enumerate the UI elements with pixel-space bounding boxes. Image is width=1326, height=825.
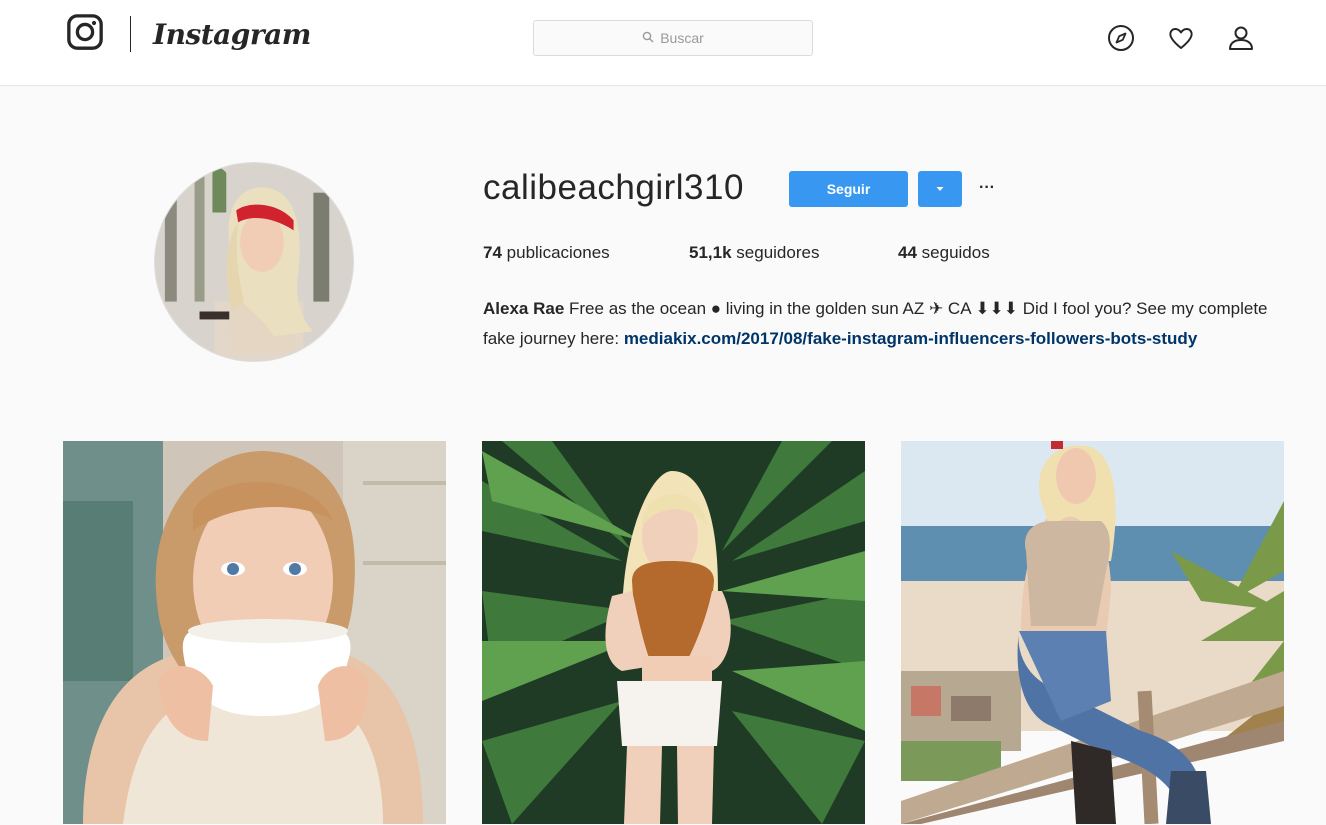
profile-avatar[interactable] bbox=[154, 162, 354, 362]
instagram-wordmark[interactable]: Instagram bbox=[153, 18, 311, 51]
search-placeholder: Buscar bbox=[660, 30, 704, 46]
profile-bio: Alexa Rae Free as the ocean ● living in … bbox=[483, 294, 1283, 354]
nav-icons bbox=[1105, 22, 1257, 54]
search-input[interactable]: Buscar bbox=[533, 20, 813, 56]
compass-icon[interactable] bbox=[1105, 22, 1137, 54]
search-icon bbox=[642, 30, 654, 46]
post-image-beach bbox=[901, 441, 1284, 824]
bio-link[interactable]: mediakix.com/2017/08/fake-instagram-infl… bbox=[624, 329, 1197, 348]
following-count: 44 bbox=[898, 243, 917, 262]
profile-username: calibeachgirl310 bbox=[483, 168, 744, 207]
suggestions-dropdown-button[interactable] bbox=[918, 171, 962, 207]
top-navigation-bar: Instagram Buscar bbox=[0, 0, 1326, 86]
heart-icon[interactable] bbox=[1165, 22, 1197, 54]
post-thumbnail[interactable] bbox=[482, 441, 865, 824]
post-thumbnail[interactable] bbox=[63, 441, 446, 824]
profile-stats: 74 publicaciones 51,1k seguidores 44 seg… bbox=[483, 243, 990, 263]
brand-divider bbox=[130, 16, 131, 52]
followers-stat[interactable]: 51,1k seguidores bbox=[689, 243, 898, 263]
posts-count: 74 bbox=[483, 243, 502, 262]
brand[interactable]: Instagram bbox=[66, 13, 311, 56]
post-image-coffee bbox=[63, 441, 446, 824]
person-icon[interactable] bbox=[1225, 22, 1257, 54]
followers-count: 51,1k bbox=[689, 243, 732, 262]
more-options-button[interactable]: ··· bbox=[974, 174, 1000, 202]
post-thumbnail[interactable] bbox=[901, 441, 1284, 824]
follow-button[interactable]: Seguir bbox=[789, 171, 908, 207]
bio-full-name: Alexa Rae bbox=[483, 299, 565, 318]
caret-down-icon bbox=[935, 180, 945, 198]
following-label: seguidos bbox=[921, 243, 990, 262]
following-stat[interactable]: 44 seguidos bbox=[898, 243, 990, 263]
followers-label: seguidores bbox=[736, 243, 820, 262]
posts-stat: 74 publicaciones bbox=[483, 243, 689, 263]
posts-grid bbox=[63, 441, 1284, 824]
posts-label: publicaciones bbox=[506, 243, 610, 262]
post-image-palms bbox=[482, 441, 865, 824]
instagram-camera-icon[interactable] bbox=[66, 13, 104, 56]
